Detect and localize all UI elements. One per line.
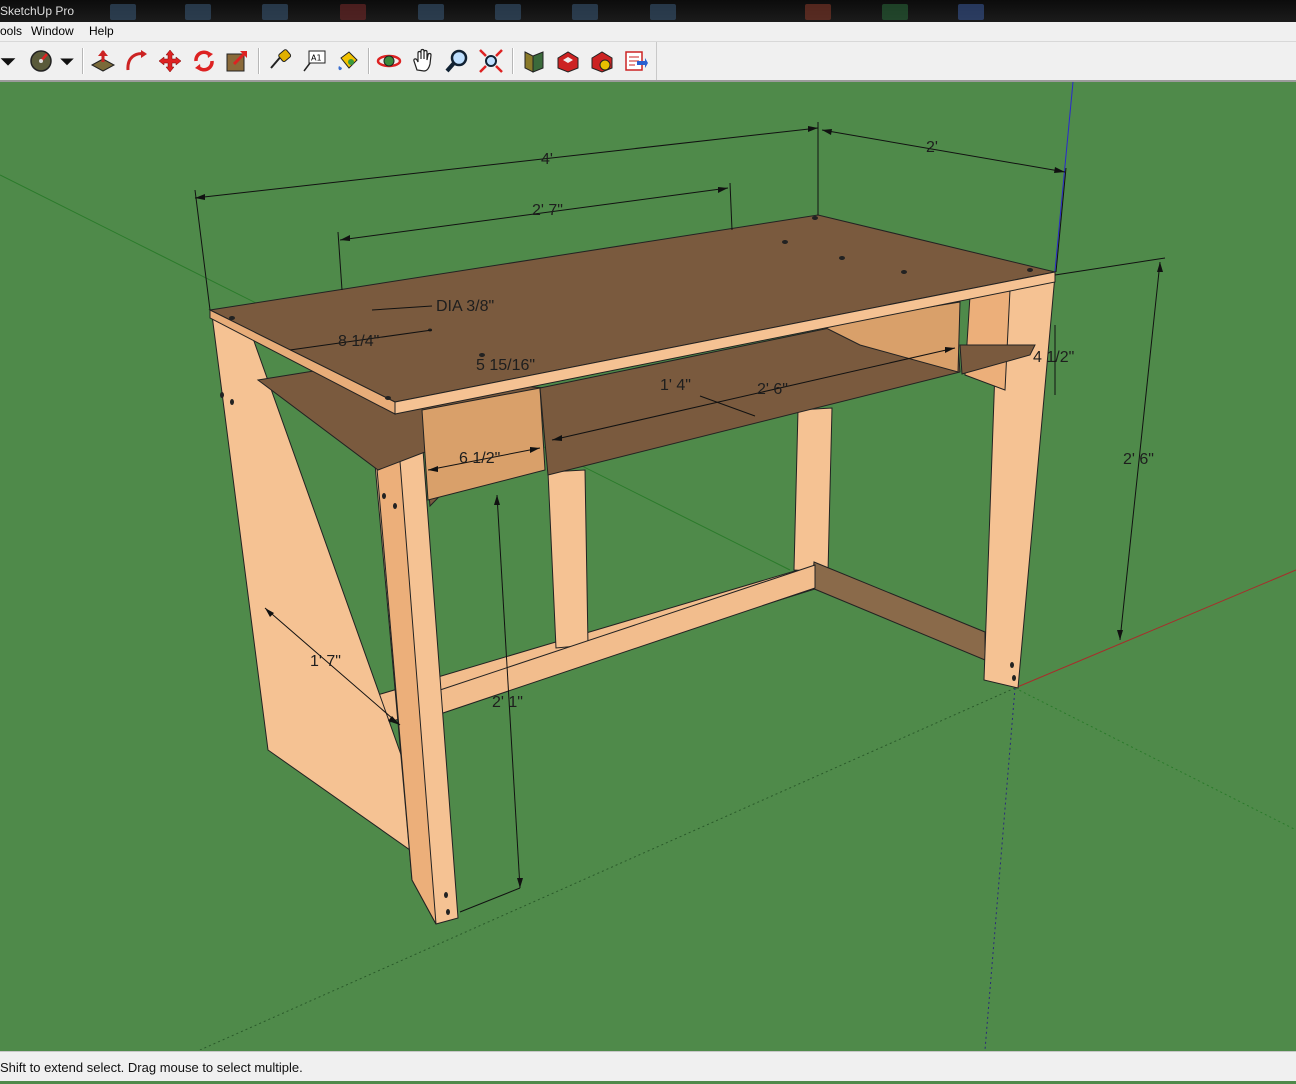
tape-measure-tool[interactable] bbox=[265, 46, 295, 76]
dim-hole-small: 5 15/16" bbox=[476, 357, 536, 374]
select-dropdown-arrow[interactable] bbox=[0, 46, 20, 76]
toolbar-group: A1 bbox=[0, 42, 657, 80]
right-side-rail-shadow bbox=[811, 561, 986, 661]
dim-under-height: 2' 1" bbox=[492, 694, 523, 711]
dim-leg-span: 1' 7" bbox=[310, 653, 341, 670]
move-icon bbox=[158, 49, 182, 73]
zoom-magnifier-icon bbox=[445, 49, 468, 73]
push-pull-icon bbox=[90, 50, 116, 72]
components-icon bbox=[524, 51, 544, 73]
red-axis bbox=[1014, 569, 1296, 689]
rotate-tool[interactable] bbox=[189, 46, 219, 76]
orbit-icon bbox=[376, 54, 402, 68]
taskbar-icon bbox=[572, 4, 598, 20]
taskbar-icon bbox=[262, 4, 288, 20]
push-pull-tool[interactable] bbox=[88, 46, 118, 76]
model-scene[interactable] bbox=[0, 82, 1296, 1050]
warehouse-icon bbox=[557, 51, 579, 73]
taskbar-icon bbox=[110, 4, 136, 20]
front-rail bbox=[439, 564, 816, 715]
window-title: SketchUp Pro bbox=[0, 4, 75, 18]
paint-bucket-icon bbox=[338, 51, 358, 71]
dim-shelf-depth: 1' 4" bbox=[660, 377, 691, 394]
scale-icon bbox=[226, 50, 248, 72]
green-axis-negative bbox=[1014, 687, 1296, 831]
dim-total-height: 2' 6" bbox=[1123, 451, 1154, 468]
send-to-layout-tool[interactable] bbox=[621, 46, 651, 76]
blue-axis-negative bbox=[984, 687, 1016, 1050]
back-right-leg bbox=[793, 407, 833, 573]
title-bar: SketchUp Pro bbox=[0, 0, 1296, 22]
move-tool[interactable] bbox=[155, 46, 185, 76]
menu-window[interactable]: Window bbox=[31, 22, 74, 41]
chevron-down-icon bbox=[0, 58, 16, 66]
scale-tool[interactable] bbox=[222, 46, 252, 76]
drawing-viewport[interactable]: 4' 2' 2' 7" DIA 3/8" 8 1/4" 5 15/16" 1' … bbox=[0, 82, 1296, 1050]
toolbar: A1 bbox=[0, 42, 1296, 82]
follow-me-icon bbox=[126, 50, 147, 71]
toolbar-separator bbox=[512, 48, 514, 74]
status-message: Shift to extend select. Drag mouse to se… bbox=[0, 1060, 303, 1075]
taskbar-icon bbox=[340, 4, 366, 20]
chevron-down-icon bbox=[60, 58, 74, 66]
taskbar-icon bbox=[650, 4, 676, 20]
taskbar-icon bbox=[495, 4, 521, 20]
dim-apron-height: 4 1/2" bbox=[1033, 349, 1075, 366]
dim-cubby-width: 6 1/2" bbox=[459, 450, 501, 467]
rotate-icon bbox=[194, 50, 214, 72]
svg-text:A1: A1 bbox=[311, 54, 322, 63]
toolbar-separator bbox=[82, 48, 84, 74]
text-icon: A1 bbox=[303, 50, 326, 72]
send-to-layout-icon bbox=[625, 51, 648, 71]
menu-help[interactable]: Help bbox=[89, 22, 114, 41]
pan-hand-icon bbox=[413, 48, 432, 72]
share-model-icon bbox=[591, 51, 613, 73]
3d-warehouse-tool[interactable] bbox=[553, 46, 583, 76]
toolbar-separator bbox=[258, 48, 260, 74]
paint-bucket-tool[interactable] bbox=[333, 46, 363, 76]
menu-tools[interactable]: ools bbox=[0, 22, 22, 41]
compass-dropdown-arrow[interactable] bbox=[56, 46, 78, 76]
orbit-tool[interactable] bbox=[374, 46, 404, 76]
dim-hole-dia: DIA 3/8" bbox=[436, 298, 495, 315]
dim-shelf-span: 2' 7" bbox=[532, 202, 563, 219]
menu-bar: ools Window Help bbox=[0, 22, 1296, 42]
back-middle-leg bbox=[547, 469, 589, 649]
compass-tool[interactable] bbox=[26, 46, 56, 76]
share-model-tool[interactable] bbox=[587, 46, 617, 76]
components-tool[interactable] bbox=[519, 46, 549, 76]
status-bar: Shift to extend select. Drag mouse to se… bbox=[0, 1051, 1296, 1081]
taskbar-icon bbox=[418, 4, 444, 20]
dim-width-top: 4' bbox=[541, 151, 553, 168]
taskbar-icon bbox=[185, 4, 211, 20]
taskbar-icon bbox=[958, 4, 984, 20]
dim-hole-offset: 8 1/4" bbox=[338, 333, 380, 350]
taskbar-icon bbox=[805, 4, 831, 20]
taskbar-icon bbox=[882, 4, 908, 20]
dim-depth-top: 2' bbox=[926, 139, 938, 156]
text-tool[interactable]: A1 bbox=[299, 46, 329, 76]
tape-measure-icon bbox=[270, 49, 292, 69]
pan-tool[interactable] bbox=[408, 46, 438, 76]
zoom-tool[interactable] bbox=[442, 46, 472, 76]
compass-icon bbox=[30, 50, 52, 72]
zoom-extents-tool[interactable] bbox=[476, 46, 506, 76]
zoom-extents-icon bbox=[479, 49, 503, 73]
toolbar-separator bbox=[368, 48, 370, 74]
follow-me-tool[interactable] bbox=[121, 46, 151, 76]
right-rear-leg bbox=[964, 289, 1011, 391]
dim-shelf-width: 2' 6" bbox=[757, 381, 788, 398]
